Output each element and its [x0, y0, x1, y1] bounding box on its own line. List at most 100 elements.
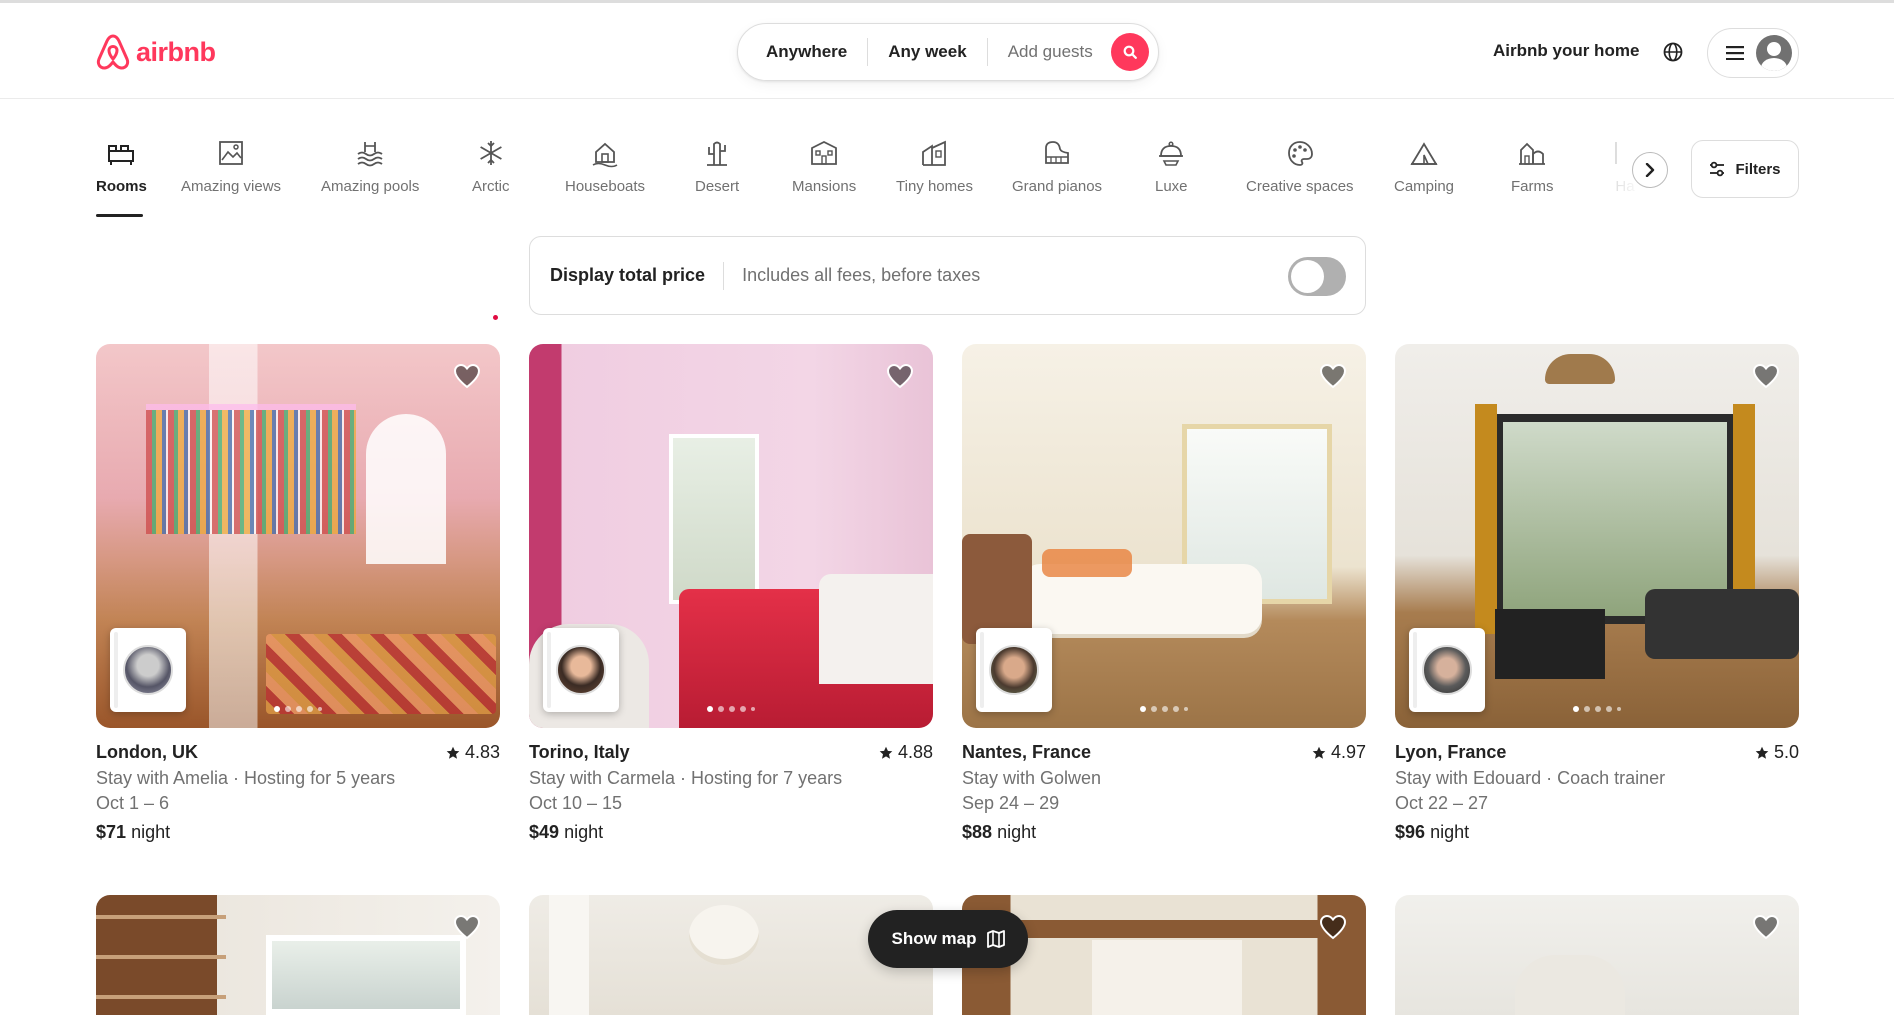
host-avatar — [989, 645, 1039, 695]
display-total-price-subtitle: Includes all fees, before taxes — [742, 265, 981, 285]
rating-value: 4.97 — [1330, 742, 1366, 762]
search-bar[interactable]: Anywhere Any week Add guests — [737, 23, 1159, 81]
host-card — [976, 628, 1052, 712]
listing-price-line: $49 night — [529, 822, 933, 843]
category-grand-pianos[interactable]: Grand pianos — [1012, 138, 1102, 195]
host-avatar — [556, 645, 606, 695]
heart-icon[interactable] — [453, 913, 481, 941]
show-map-button[interactable]: Show map — [868, 910, 1028, 968]
heart-icon[interactable] — [1752, 362, 1780, 390]
filters-button[interactable]: Filters — [1691, 140, 1799, 198]
category-label: Houseboats — [565, 178, 646, 195]
category-next-button[interactable] — [1632, 152, 1668, 188]
heart-icon[interactable] — [886, 362, 914, 390]
listing-location: Nantes, France — [962, 742, 1092, 762]
listing-card[interactable]: Lyon, France 5.0 Stay with Edouard · Coa… — [1395, 344, 1799, 843]
display-total-price-panel: Display total price Includes all fees, b… — [529, 236, 1366, 315]
category-rooms[interactable]: Rooms — [96, 138, 147, 195]
category-amazing-views[interactable]: Amazing views — [181, 138, 281, 195]
listing-rating: 4.97 — [1312, 742, 1366, 763]
category-label: Tiny homes — [896, 178, 973, 195]
category-desert[interactable]: Desert — [695, 138, 739, 195]
listing-info: Lyon, France 5.0 Stay with Edouard · Coa… — [1395, 742, 1799, 843]
listing-price-line: $71 night — [96, 822, 500, 843]
listing-photo[interactable] — [96, 344, 500, 728]
search-dates[interactable]: Any week — [868, 42, 986, 62]
listing-dates: Sep 24 – 29 — [962, 793, 1060, 813]
category-label: Mansions — [792, 178, 857, 195]
listing-rating: 4.83 — [446, 742, 500, 763]
listing-card[interactable] — [1395, 895, 1799, 1015]
listing-photo[interactable] — [1395, 344, 1799, 728]
listing-price: $49 — [529, 822, 560, 842]
logo-wordmark: airbnb — [136, 36, 216, 67]
category-creative-spaces[interactable]: Creative spaces — [1246, 138, 1354, 195]
category-luxe[interactable]: Luxe — [1155, 138, 1188, 195]
filters-icon — [1710, 161, 1725, 177]
category-tiny-homes[interactable]: Tiny homes — [896, 138, 973, 195]
category-farms[interactable]: Farms — [1511, 138, 1554, 195]
listing-rating: 4.88 — [879, 742, 933, 763]
search-button[interactable] — [1111, 33, 1149, 71]
listing-subtitle: Stay with Golwen — [962, 768, 1102, 788]
listing-price: $96 — [1395, 822, 1426, 842]
listing-card[interactable]: Nantes, France 4.97 Stay with Golwen Sep… — [962, 344, 1366, 843]
palette-icon — [1287, 141, 1313, 166]
photo-dots — [962, 706, 1366, 712]
listing-dates: Oct 22 – 27 — [1395, 793, 1489, 813]
category-label: Grand pianos — [1012, 178, 1103, 195]
rating-value: 4.83 — [464, 742, 500, 762]
price-divider — [723, 261, 725, 290]
category-houseboats[interactable]: Houseboats — [565, 138, 645, 195]
globe-icon[interactable] — [1662, 41, 1684, 63]
luxe-icon — [1159, 141, 1184, 166]
listing-photo[interactable] — [962, 344, 1366, 728]
user-menu-button[interactable] — [1707, 28, 1799, 78]
category-label: Luxe — [1155, 178, 1188, 195]
listing-price: $88 — [962, 822, 993, 842]
total-price-toggle[interactable] — [1288, 257, 1346, 296]
search-location[interactable]: Anywhere — [738, 42, 867, 62]
tiny-home-icon — [922, 140, 947, 166]
heart-icon[interactable] — [1319, 913, 1347, 941]
display-total-price-title: Display total price — [550, 265, 706, 285]
airbnb-your-home-link[interactable]: Airbnb your home — [1493, 41, 1639, 61]
category-mansions[interactable]: Mansions — [792, 138, 856, 195]
chevron-right-icon — [1645, 163, 1655, 177]
hamburger-icon — [1726, 46, 1744, 60]
active-category-underline — [96, 214, 143, 217]
listing-price: $71 — [96, 822, 127, 842]
category-amazing-pools[interactable]: Amazing pools — [321, 138, 419, 195]
search-guests[interactable]: Add guests — [988, 42, 1113, 62]
heart-icon[interactable] — [453, 362, 481, 390]
listing-photo[interactable] — [529, 344, 933, 728]
mansion-icon — [811, 140, 837, 165]
listing-price-line: $88 night — [962, 822, 1366, 843]
category-camping[interactable]: Camping — [1394, 138, 1454, 195]
category-label: Creative spaces — [1246, 178, 1354, 195]
listing-info: Nantes, France 4.97 Stay with Golwen Sep… — [962, 742, 1366, 843]
category-label: Farms — [1511, 178, 1554, 195]
listing-card[interactable]: Torino, Italy 4.88 Stay with Carmela · H… — [529, 344, 933, 843]
cactus-icon — [707, 141, 728, 166]
category-arctic[interactable]: Arctic — [472, 138, 510, 195]
farm-icon — [1519, 142, 1546, 165]
star-icon — [1755, 746, 1769, 759]
listing-card[interactable]: London, UK 4.83 Stay with Amelia · Hosti… — [96, 344, 500, 843]
price-unit: night — [131, 822, 171, 842]
heart-icon[interactable] — [1752, 913, 1780, 941]
houseboat-icon — [592, 142, 618, 168]
airbnb-logo[interactable]: airbnb — [96, 33, 216, 71]
listing-info: London, UK 4.83 Stay with Amelia · Hosti… — [96, 742, 500, 843]
host-card — [1409, 628, 1485, 712]
heart-icon[interactable] — [1319, 362, 1347, 390]
listing-rating: 5.0 — [1755, 742, 1799, 763]
rooms-icon — [108, 145, 135, 165]
listing-card[interactable] — [96, 895, 500, 1015]
host-avatar — [1422, 645, 1472, 695]
search-icon — [1123, 45, 1137, 59]
price-unit: night — [1430, 822, 1470, 842]
pools-icon — [357, 142, 383, 167]
listing-photo[interactable] — [1395, 895, 1799, 1015]
listing-photo[interactable] — [96, 895, 500, 1015]
